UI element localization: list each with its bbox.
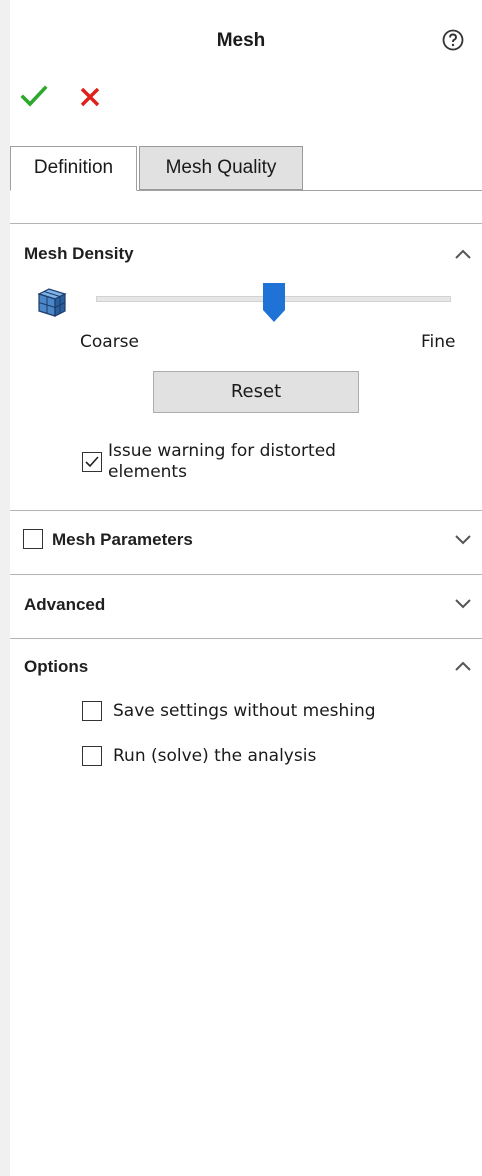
tab-mesh-quality[interactable]: Mesh Quality: [139, 146, 303, 190]
help-icon[interactable]: [442, 29, 464, 51]
ok-checkmark-icon[interactable]: [20, 84, 48, 108]
slider-max-label: Fine: [421, 332, 456, 352]
mesh-density-slider-thumb[interactable]: [262, 282, 286, 324]
chevron-down-icon[interactable]: [454, 597, 472, 609]
advanced-heading[interactable]: Advanced: [24, 595, 105, 615]
distortion-warning-checkbox[interactable]: [82, 452, 102, 472]
checkmark-icon: [85, 456, 99, 468]
panel-title: Mesh: [216, 30, 266, 51]
chevron-down-icon[interactable]: [454, 533, 472, 545]
distortion-warning-label[interactable]: Issue warning for distorted elements: [108, 441, 336, 483]
distortion-warning-line1: Issue warning for distorted: [108, 441, 336, 461]
mesh-parameters-checkbox[interactable]: [23, 529, 43, 549]
distortion-warning-line2: elements: [108, 462, 187, 482]
section-divider: [10, 638, 482, 639]
mesh-property-panel: Mesh Definition Mesh Quality Mesh Densit…: [0, 0, 482, 1176]
save-settings-label[interactable]: Save settings without meshing: [113, 701, 376, 722]
save-settings-checkbox[interactable]: [82, 701, 102, 721]
section-divider: [10, 223, 482, 224]
mesh-density-heading[interactable]: Mesh Density: [24, 244, 134, 264]
mesh-parameters-heading[interactable]: Mesh Parameters: [52, 530, 193, 550]
section-divider: [10, 510, 482, 511]
reset-button[interactable]: Reset: [153, 371, 359, 413]
cancel-x-icon[interactable]: [78, 85, 102, 109]
run-analysis-checkbox[interactable]: [82, 746, 102, 766]
chevron-up-icon[interactable]: [454, 660, 472, 672]
chevron-up-icon[interactable]: [454, 248, 472, 260]
slider-min-label: Coarse: [80, 332, 139, 352]
options-heading[interactable]: Options: [24, 657, 88, 677]
tab-definition[interactable]: Definition: [10, 146, 137, 191]
run-analysis-label[interactable]: Run (solve) the analysis: [113, 746, 316, 767]
section-divider: [10, 574, 482, 575]
mesh-density-icon: [37, 288, 67, 317]
